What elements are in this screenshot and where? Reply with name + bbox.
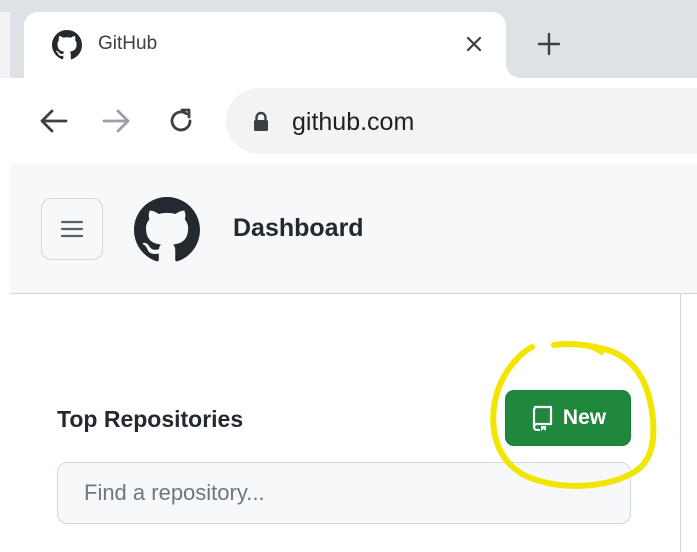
arrow-right-icon[interactable]: [100, 104, 134, 138]
close-icon[interactable]: [460, 30, 488, 58]
top-repositories-heading: Top Repositories: [57, 406, 244, 432]
page-title[interactable]: Dashboard: [233, 214, 364, 243]
tabstrip-gutter: [0, 12, 10, 78]
hamburger-icon: [60, 220, 84, 238]
hamburger-menu-button[interactable]: [41, 198, 103, 260]
new-repository-button[interactable]: New: [505, 390, 631, 446]
tab-title: GitHub: [98, 33, 158, 54]
find-repository-input[interactable]: [57, 462, 631, 524]
plus-icon[interactable]: [532, 27, 566, 61]
column-divider: [680, 294, 681, 552]
reload-icon[interactable]: [164, 104, 198, 138]
arrow-left-icon[interactable]: [36, 104, 70, 138]
new-button-label: New: [562, 406, 607, 429]
github-icon: [52, 30, 82, 60]
github-icon[interactable]: [134, 197, 200, 263]
url-text[interactable]: github.com: [292, 108, 414, 137]
repo-icon: [532, 405, 553, 431]
lock-icon[interactable]: [252, 111, 270, 133]
browser-tab[interactable]: [24, 12, 506, 78]
tab-corner: [506, 64, 520, 78]
